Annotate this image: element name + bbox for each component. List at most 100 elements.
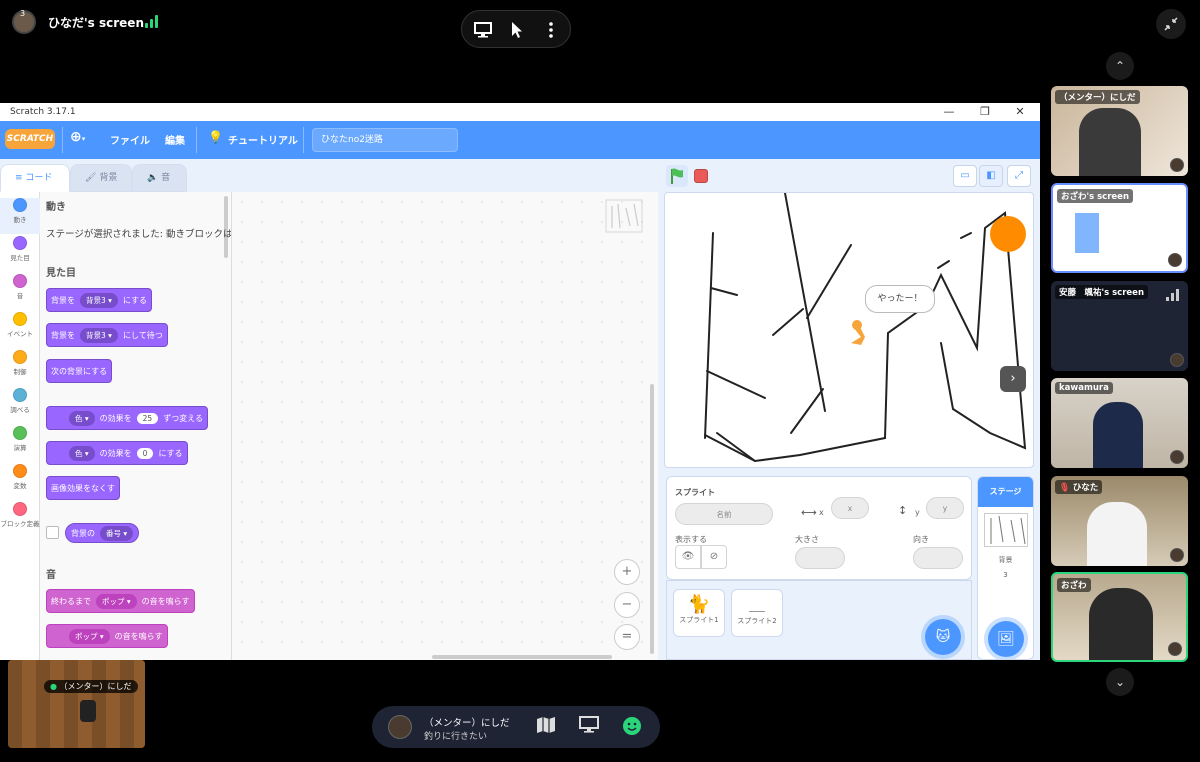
effect-amount-input[interactable]: 25 (136, 412, 159, 424)
space-minimap[interactable]: wamura ● （メンター）にしだ (8, 660, 145, 748)
next-arrow-icon[interactable]: › (1000, 366, 1026, 392)
green-flag-icon[interactable] (666, 165, 688, 187)
emoji-icon[interactable] (622, 716, 642, 740)
cat-icon: 🐈 (687, 594, 711, 615)
category-label: 演算 (13, 444, 27, 452)
sprite-name-input[interactable]: 名前 (675, 503, 773, 525)
participant-tile-4[interactable]: kawamura (1051, 378, 1188, 468)
x-arrows-icon: ⟷ (801, 506, 817, 519)
map-icon[interactable] (536, 716, 556, 738)
monitor-icon[interactable] (472, 19, 494, 41)
window-close-icon[interactable]: ✕ (1005, 103, 1035, 121)
show-eye-icon[interactable]: 👁 (675, 545, 701, 569)
category-item[interactable]: イベント (0, 312, 40, 348)
speaker-icon: 🔈 (147, 173, 159, 183)
window-minimize-icon[interactable]: — (934, 103, 964, 121)
workspace-vscrollbar[interactable] (650, 384, 654, 654)
direction-input[interactable] (913, 547, 963, 569)
size-input[interactable] (795, 547, 845, 569)
reporter-backdrop-number[interactable]: 背景の 番号 ▾ (65, 523, 140, 543)
category-item[interactable]: 変数 (0, 464, 40, 500)
category-item[interactable]: 調べる (0, 388, 40, 424)
sprite-thumb-2[interactable]: スプライト2 (731, 589, 783, 637)
sprite-info-panel: スプライト 名前 ⟷ x x ↕ y y 表示する 👁 ⊘ 大きさ 向き (666, 476, 972, 580)
window-restore-icon[interactable]: ❐ (970, 103, 1000, 121)
category-item[interactable]: 演算 (0, 426, 40, 462)
scratch-logo[interactable]: SCRATCH (5, 129, 55, 149)
category-item[interactable]: 動き (0, 198, 40, 234)
scroll-down-icon[interactable]: ⌄ (1106, 668, 1134, 696)
user-status[interactable]: 釣りに行きたい (424, 729, 487, 742)
minimize-screen-icon[interactable] (1156, 9, 1186, 39)
y-input[interactable]: y (926, 497, 964, 519)
speech-bubble: やったー！ (865, 285, 935, 313)
pointer-icon[interactable] (506, 19, 528, 41)
zoom-in-button[interactable]: + (614, 559, 640, 585)
stop-icon[interactable] (694, 169, 708, 183)
block-categories: 動き見た目音イベント制御調べる演算変数ブロック定義⇌ (0, 192, 40, 660)
add-sprite-icon[interactable]: 🐱 (925, 619, 961, 655)
menu-tutorial[interactable]: チュートリアル (228, 132, 298, 147)
code-tab-icon: ≡ (15, 173, 23, 183)
backdrop-number-dropdown[interactable]: 番号 ▾ (100, 525, 134, 541)
project-title-input[interactable]: ひなたno2迷路 (312, 128, 458, 152)
sound-dropdown[interactable]: ポップ ▾ (69, 628, 110, 644)
x-input[interactable]: x (831, 497, 869, 519)
stage-target-panel[interactable]: ステージ 背景 3 🖼 (977, 476, 1034, 660)
add-backdrop-icon[interactable]: 🖼 (988, 621, 1024, 657)
block-play-sound-until-done[interactable]: 終わるまで ポップ ▾ の音を鳴らす (46, 589, 195, 613)
participant-tile-5[interactable]: 🎙 ひなた (1051, 476, 1188, 566)
participant-tile-1[interactable]: （メンター）にしだ (1051, 86, 1188, 176)
tab-backdrop[interactable]: 🖌 背景 (70, 164, 132, 192)
language-globe-icon[interactable]: ⊕▾ (70, 129, 85, 145)
sprite-thumb-1[interactable]: 🐈 スプライト1 (673, 589, 725, 637)
backdrop-dropdown[interactable]: 背景3 ▾ (80, 292, 118, 308)
effect-dropdown[interactable]: 色 ▾ (69, 410, 95, 426)
zoom-out-button[interactable]: − (614, 592, 640, 618)
participant-tile-3[interactable]: 安藤 颯祐's screen (1051, 281, 1188, 371)
menu-edit[interactable]: 編集 (165, 132, 185, 147)
category-item[interactable]: 音 (0, 274, 40, 310)
category-label: 見た目 (10, 254, 30, 262)
user-avatar[interactable] (388, 715, 412, 739)
hide-eye-icon[interactable]: ⊘ (701, 545, 727, 569)
participant-video (1087, 502, 1147, 566)
block-next-backdrop[interactable]: 次の背景にする (46, 359, 113, 383)
category-dot-icon (13, 502, 27, 516)
stage-canvas[interactable]: やったー！ (664, 192, 1034, 468)
scroll-up-icon[interactable]: ⌃ (1106, 52, 1134, 80)
stage-thumbnail (983, 513, 1028, 547)
y-arrows-icon: ↕ (898, 504, 908, 517)
category-item[interactable]: 制御 (0, 350, 40, 386)
small-stage-icon[interactable]: ▭ (953, 165, 977, 187)
screen-share-icon[interactable] (579, 716, 599, 738)
block-clear-effects[interactable]: 画像効果をなくす (46, 476, 120, 500)
zoom-reset-button[interactable]: = (614, 624, 640, 650)
block-start-sound[interactable]: ポップ ▾ の音を鳴らす (46, 624, 168, 648)
signal-icon (145, 14, 161, 28)
participant-tile-6[interactable]: おざわ (1051, 572, 1188, 662)
tab-code[interactable]: ≡ コード (0, 164, 70, 192)
backdrop-dropdown[interactable]: 背景3 ▾ (80, 327, 118, 343)
category-dot-icon (13, 464, 27, 478)
block-set-effect[interactable]: 色 ▾ の効果を 0 にする (46, 441, 188, 465)
reporter-checkbox[interactable] (46, 526, 59, 539)
normal-stage-icon[interactable]: ◧ (979, 165, 1003, 187)
code-workspace[interactable]: + − = (232, 192, 658, 660)
fullscreen-icon[interactable]: ⤢ (1007, 165, 1031, 187)
sound-dropdown[interactable]: ポップ ▾ (96, 593, 137, 609)
block-switch-backdrop[interactable]: 背景を 背景3 ▾ にする (46, 288, 153, 312)
workspace-hscrollbar[interactable] (432, 655, 612, 659)
participant-video (1079, 108, 1141, 176)
tab-sound[interactable]: 🔈 音 (132, 164, 187, 192)
scratch-window: Scratch 3.17.1 — ❐ ✕ SCRATCH ⊕▾ ファイル 編集 … (0, 103, 1040, 660)
menu-file[interactable]: ファイル (110, 132, 150, 147)
more-options-icon[interactable] (540, 19, 562, 41)
block-change-effect[interactable]: 色 ▾ の効果を 25 ずつ変える (46, 406, 208, 430)
category-item[interactable]: 見た目 (0, 236, 40, 272)
block-switch-backdrop-wait[interactable]: 背景を 背景3 ▾ にして待つ (46, 323, 168, 347)
category-item[interactable]: ブロック定義 (0, 502, 40, 538)
effect-value-input[interactable]: 0 (136, 447, 154, 459)
effect-dropdown[interactable]: 色 ▾ (69, 445, 95, 461)
participant-tile-2[interactable]: おざわ's screen (1051, 183, 1188, 273)
